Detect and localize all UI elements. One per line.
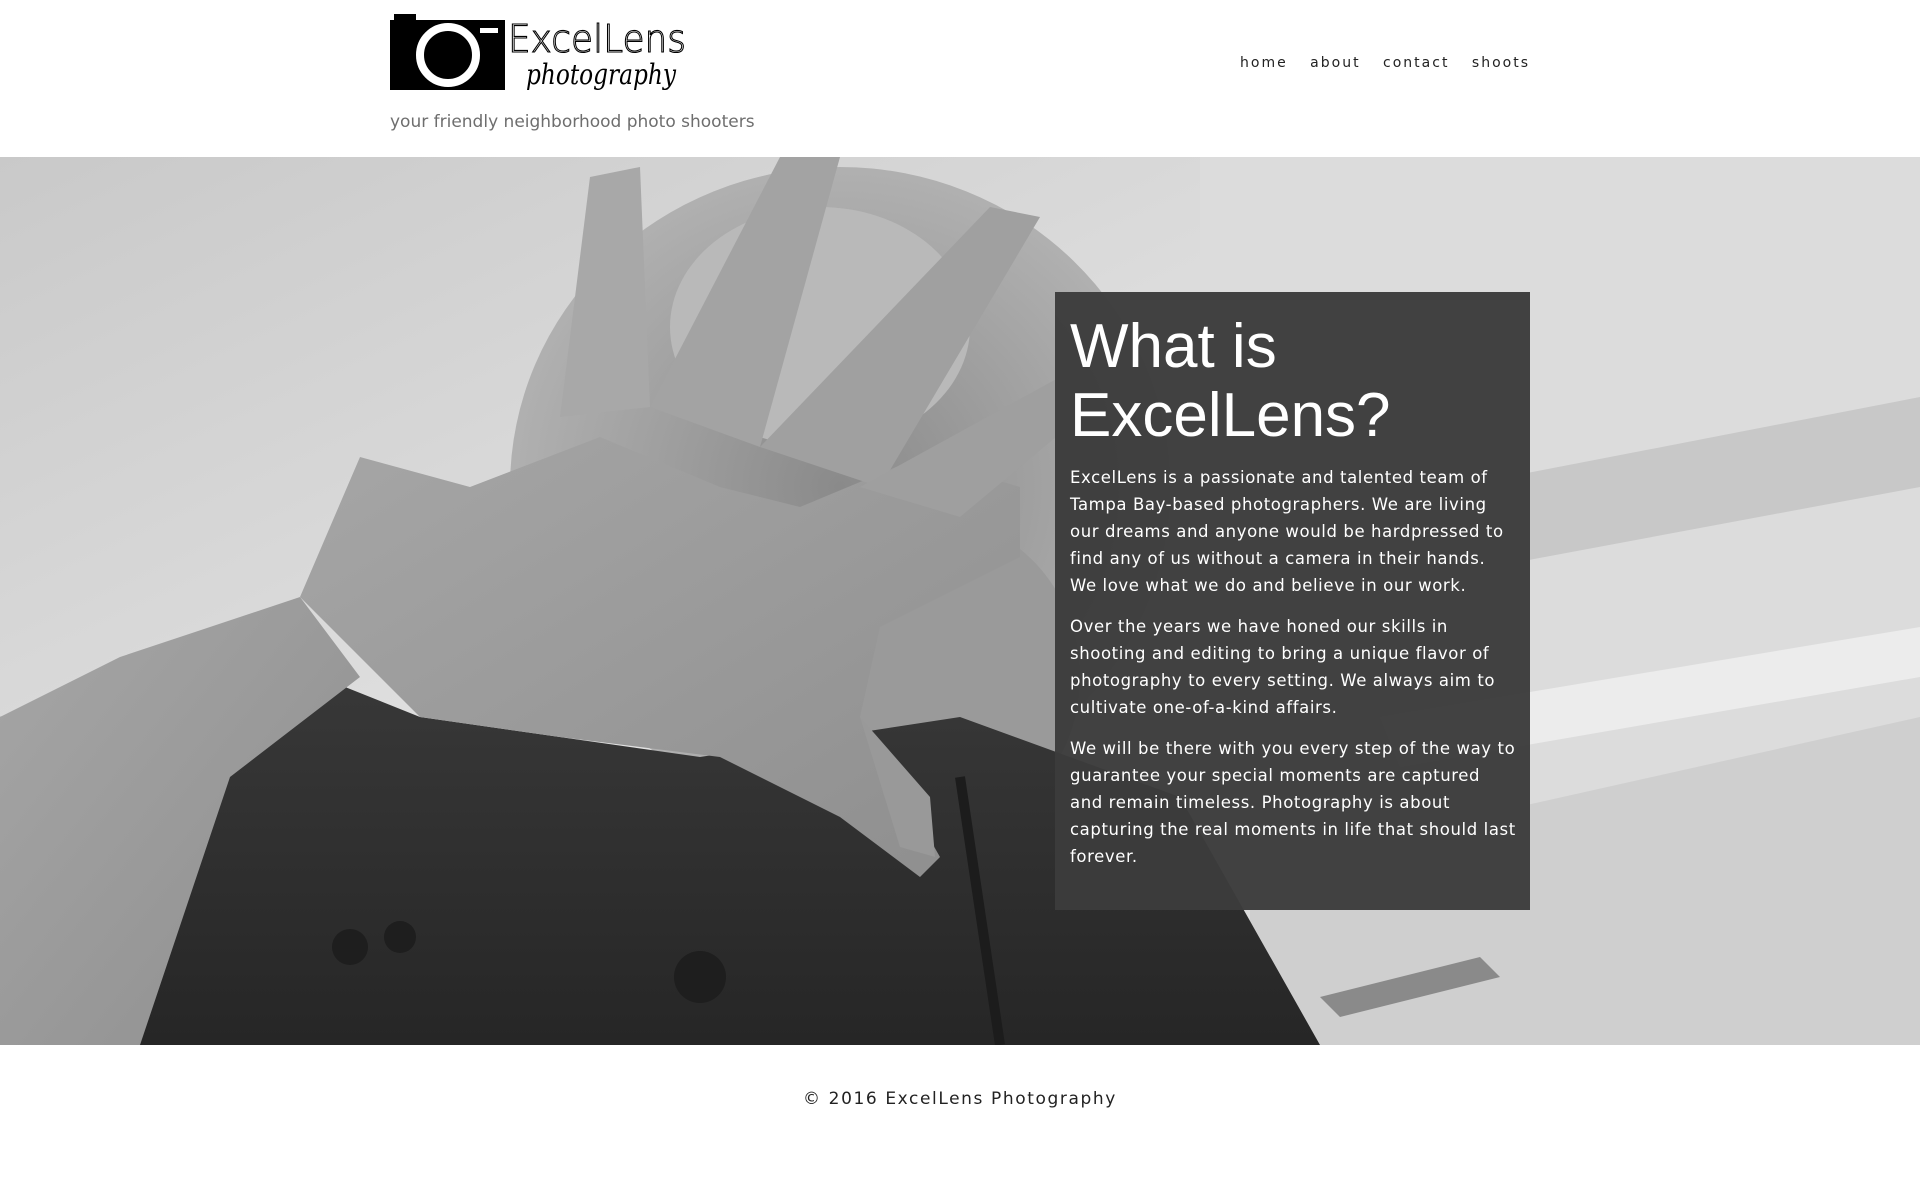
site-footer: © 2016 ExcelLens Photography [0, 1045, 1920, 1177]
about-paragraph-2: Over the years we have honed our skills … [1070, 617, 1496, 717]
about-info-box: What is ExcelLens? ExcelLens is a passio… [1055, 292, 1530, 910]
about-heading: What is ExcelLens? [1070, 312, 1391, 450]
about-paragraph-1: ExcelLens is a passionate and talented t… [1070, 468, 1504, 595]
site-tagline: your friendly neighborhood photo shooter… [390, 112, 755, 132]
logo-graphic: ExcelLens photography [390, 14, 687, 91]
logo-wordmark: ExcelLens [508, 17, 686, 61]
camera-icon [390, 14, 505, 90]
nav-about-link[interactable]: about [1310, 55, 1360, 71]
copyright-text: © 2016 ExcelLens Photography [803, 1089, 1117, 1109]
logo-script: photography [526, 58, 677, 91]
nav-shoots-link[interactable]: shoots [1472, 55, 1530, 71]
nav-contact-link[interactable]: contact [1383, 55, 1449, 71]
hero-section: What is ExcelLens? ExcelLens is a passio… [0, 157, 1920, 1045]
site-header: ExcelLens photography your friendly neig… [0, 0, 1920, 157]
about-paragraph-3: We will be there with you every step of … [1070, 739, 1516, 866]
site-logo-link[interactable]: ExcelLens photography [390, 14, 692, 98]
main-nav: home about contact shoots [1240, 52, 1530, 74]
hero-background-photo [0, 157, 1920, 1045]
nav-home-link[interactable]: home [1240, 55, 1288, 71]
